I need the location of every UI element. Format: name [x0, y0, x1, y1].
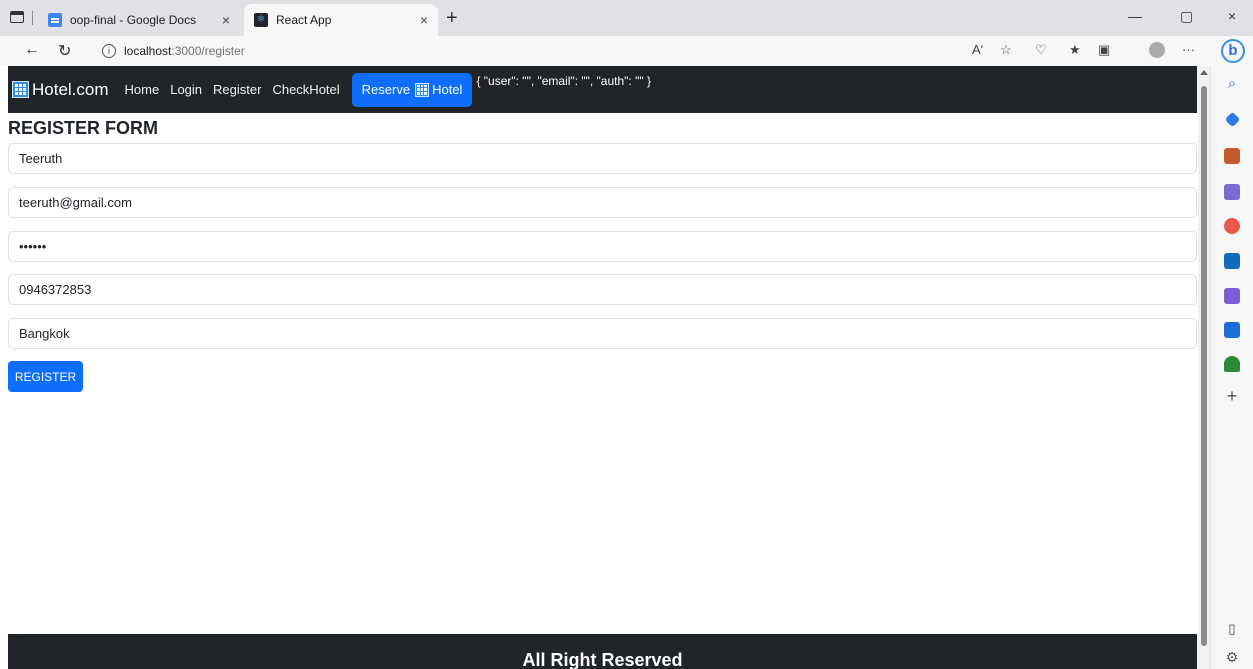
tab-actions-icon[interactable]	[10, 11, 24, 23]
office-icon[interactable]	[1224, 218, 1240, 234]
browser-sidebar: ⌕ + ▯ ⚙	[1210, 66, 1253, 669]
profile-avatar-icon[interactable]	[1149, 42, 1165, 58]
tab-strip-divider	[32, 11, 33, 25]
page-footer: All Right Reserved	[8, 634, 1197, 669]
tree-icon[interactable]	[1224, 356, 1240, 372]
nav-home-link[interactable]: Home	[125, 82, 160, 97]
page-viewport: Hotel.com Home Login Register CheckHotel…	[0, 66, 1210, 669]
url-field[interactable]: i localhost:3000/register	[90, 39, 960, 63]
collections-icon[interactable]: ▣	[1098, 42, 1110, 58]
hotel-icon	[415, 82, 430, 97]
restore-button[interactable]: ▢	[1180, 8, 1193, 25]
games-icon[interactable]	[1224, 184, 1240, 200]
brand-link[interactable]: Hotel.com	[12, 80, 109, 100]
google-docs-icon	[48, 13, 62, 27]
refresh-icon[interactable]: ↻	[58, 41, 71, 61]
tab-close-icon[interactable]: ×	[222, 12, 230, 28]
browser-tab-strip: oop-final - Google Docs × ⚛ React App × …	[0, 0, 1253, 36]
outlook-icon[interactable]	[1224, 253, 1240, 269]
tab-close-icon[interactable]: ×	[420, 12, 428, 28]
password-input[interactable]	[8, 231, 1197, 262]
url-path: :3000/register	[171, 44, 245, 58]
email-input[interactable]	[8, 187, 1197, 218]
favorites-icon[interactable]: ★	[1069, 42, 1081, 58]
page-scrollbar[interactable]	[1198, 66, 1210, 669]
user-state-text: { "user": "", "email": "", "auth": "" }	[476, 74, 651, 88]
favorite-star-icon[interactable]: ☆	[1000, 42, 1012, 58]
minimize-button[interactable]: —	[1128, 8, 1142, 24]
brand-text: Hotel.com	[32, 79, 109, 99]
drop-icon[interactable]	[1224, 322, 1240, 338]
hide-sidebar-icon[interactable]: ▯	[1224, 621, 1240, 637]
read-aloud-icon[interactable]: Aʹ	[972, 42, 983, 57]
browser-essentials-icon[interactable]: ♡	[1035, 42, 1047, 58]
gear-icon[interactable]: ⚙	[1224, 649, 1240, 665]
tools-briefcase-icon[interactable]	[1224, 148, 1240, 164]
add-sidebar-app-icon[interactable]: +	[1224, 387, 1240, 405]
url-host: localhost	[124, 44, 172, 58]
name-input[interactable]	[8, 143, 1197, 174]
search-icon[interactable]: ⌕	[1224, 76, 1240, 92]
reserve-label: Reserve	[361, 82, 411, 97]
scrollbar-thumb[interactable]	[1201, 86, 1207, 646]
site-info-icon[interactable]: i	[102, 44, 116, 58]
tab-react-app[interactable]: ⚛ React App ×	[244, 4, 438, 36]
back-arrow-icon[interactable]: ←	[24, 41, 40, 59]
tab-title: React App	[276, 13, 332, 27]
scroll-up-arrow-icon[interactable]	[1200, 70, 1208, 75]
bing-copilot-icon[interactable]: b	[1221, 39, 1245, 63]
designer-icon[interactable]	[1224, 288, 1240, 304]
top-navbar: Hotel.com Home Login Register CheckHotel…	[8, 66, 1197, 113]
nav-checkhotel-link[interactable]: CheckHotel	[272, 82, 339, 97]
phone-input[interactable]	[8, 274, 1197, 305]
new-tab-button[interactable]: +	[446, 7, 458, 30]
nav-register-link[interactable]: Register	[213, 82, 261, 97]
close-window-button[interactable]: ×	[1228, 8, 1236, 24]
page-title: REGISTER FORM	[8, 118, 159, 138]
more-menu-icon[interactable]: ···	[1182, 42, 1195, 57]
footer-text: All Right Reserved	[522, 650, 683, 669]
hotel-icon	[12, 81, 29, 98]
tab-google-docs[interactable]: oop-final - Google Docs ×	[38, 4, 240, 36]
register-button[interactable]: REGISTER	[8, 361, 83, 392]
react-icon: ⚛	[254, 13, 268, 27]
browser-address-bar: ← ↻ i localhost:3000/register Aʹ ☆ ♡ ★ ▣…	[0, 36, 1253, 66]
address-input[interactable]	[8, 318, 1197, 349]
hotel-label: Hotel	[432, 82, 463, 97]
nav-login-link[interactable]: Login	[170, 82, 202, 97]
tab-title: oop-final - Google Docs	[70, 13, 197, 27]
shopping-tag-icon[interactable]	[1224, 111, 1241, 128]
reserve-hotel-button[interactable]: Reserve Hotel	[351, 72, 473, 107]
